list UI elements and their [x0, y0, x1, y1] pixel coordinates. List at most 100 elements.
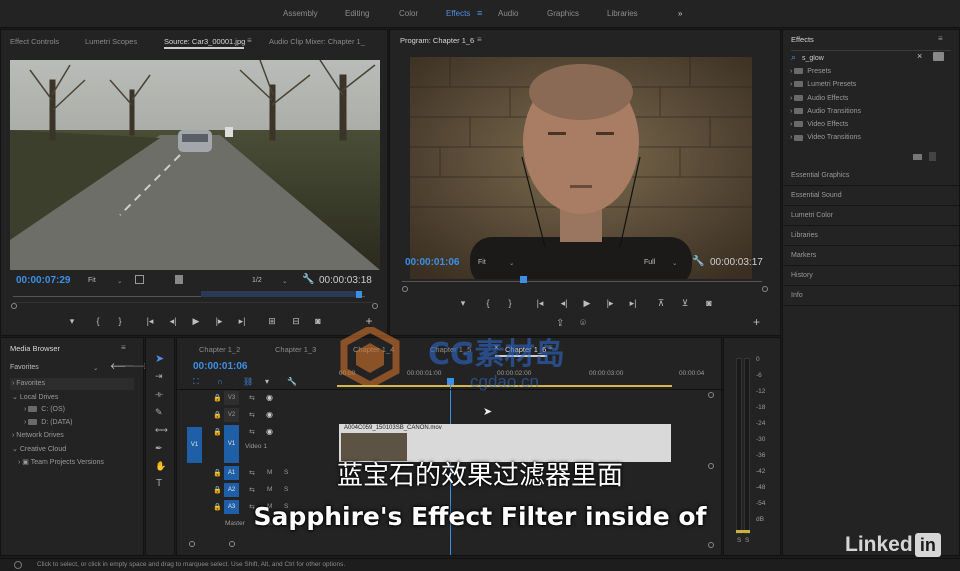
track-select-tool-icon[interactable]: ⇥	[155, 371, 163, 382]
workspace-effects[interactable]: Effects	[446, 9, 470, 18]
new-bin-icon[interactable]	[933, 52, 944, 61]
workspace-graphics[interactable]: Graphics	[547, 9, 579, 18]
solo-left-button[interactable]: S	[737, 537, 741, 544]
tree-item-favorites[interactable]: › Favorites	[12, 380, 104, 393]
wrench-icon[interactable]: 🔧	[287, 377, 297, 386]
track-v2[interactable]: V2	[224, 408, 239, 422]
step-forward-icon[interactable]: |▸	[603, 298, 617, 309]
panel-lumetri-color[interactable]: Lumetri Color	[783, 206, 959, 226]
tree-item-presets[interactable]: › Presets	[790, 68, 955, 81]
lock-icon[interactable]: 🔒	[213, 428, 222, 436]
timeline-timecode[interactable]: 00:00:01:06	[193, 361, 247, 372]
tab-lumetri-scopes[interactable]: Lumetri Scopes	[85, 37, 137, 46]
play-icon[interactable]: ▶	[580, 298, 594, 309]
media-browser-menu-icon[interactable]: ≡	[121, 343, 126, 352]
mark-out-icon[interactable]: }	[113, 316, 127, 326]
source-timecode-in[interactable]: 00:00:07:29	[16, 275, 70, 286]
effects-search-input[interactable]	[802, 53, 922, 64]
lock-icon[interactable]: 🔒	[213, 394, 222, 402]
zoom-handle-right[interactable]	[229, 541, 235, 547]
panel-markers[interactable]: Markers	[783, 246, 959, 266]
zoom-handle-right[interactable]	[372, 303, 378, 309]
program-title[interactable]: Program: Chapter 1_6	[400, 36, 474, 45]
zoom-handle-left[interactable]	[402, 286, 408, 292]
panel-history[interactable]: History	[783, 266, 959, 286]
workspace-libraries[interactable]: Libraries	[607, 9, 638, 18]
program-timecode-in[interactable]: 00:00:01:06	[405, 257, 459, 268]
tab-chapter-1-2[interactable]: Chapter 1_2	[199, 345, 240, 354]
add-marker-icon[interactable]: ▾	[456, 298, 470, 309]
program-playhead[interactable]	[520, 276, 527, 283]
panel-info[interactable]: Info	[783, 286, 959, 306]
insert-icon[interactable]: ⊞	[265, 316, 279, 327]
source-resolution-select[interactable]: 1/2	[252, 277, 262, 284]
razor-tool-icon[interactable]: ✎	[155, 407, 163, 418]
step-forward-icon[interactable]: |▸	[212, 316, 226, 327]
chevron-down-icon[interactable]: ⌄	[672, 259, 677, 267]
wrench-icon[interactable]: 🔧	[302, 274, 314, 285]
extract-icon[interactable]: ⊻	[678, 298, 692, 309]
add-button-icon[interactable]: +	[753, 315, 760, 329]
add-marker-icon[interactable]: ▾	[265, 377, 269, 386]
tree-item-video-transitions[interactable]: › Video Transitions	[790, 134, 955, 147]
tree-item-d-drive[interactable]: › D: (DATA)	[12, 419, 104, 432]
safe-margins-icon[interactable]	[175, 275, 183, 284]
workspace-assembly[interactable]: Assembly	[283, 9, 318, 18]
workspace-audio[interactable]: Audio	[498, 9, 518, 18]
effects-menu-icon[interactable]: ≡	[938, 34, 943, 43]
chevron-down-icon[interactable]: ⌄	[509, 259, 514, 267]
tab-audio-clip-mixer[interactable]: Audio Clip Mixer: Chapter 1_	[269, 37, 365, 46]
zoom-handle-left[interactable]	[11, 303, 17, 309]
lift-icon[interactable]: ⊼	[654, 298, 668, 309]
camera-icon[interactable]: ◙	[311, 316, 325, 326]
workspace-editing[interactable]: Editing	[345, 9, 369, 18]
program-time-ruler[interactable]	[402, 281, 762, 282]
eye-icon[interactable]: ◉	[266, 410, 273, 419]
tab-effect-controls[interactable]: Effect Controls	[10, 37, 59, 46]
go-to-out-icon[interactable]: ▸|	[626, 298, 640, 309]
source-playhead[interactable]	[356, 291, 362, 298]
source-in-out-range[interactable]	[201, 291, 361, 297]
chevron-down-icon[interactable]: ⌄	[117, 277, 122, 285]
tree-item-audio-transitions[interactable]: › Audio Transitions	[790, 108, 955, 121]
slip-tool-icon[interactable]: ⟷	[155, 425, 168, 436]
settings-box-icon[interactable]	[135, 275, 144, 284]
go-to-out-icon[interactable]: ▸|	[235, 316, 249, 327]
chevron-down-icon[interactable]: ⌄	[282, 277, 287, 285]
play-icon[interactable]: ▶	[189, 316, 203, 327]
lock-icon[interactable]: 🔒	[213, 411, 222, 419]
snap-icon[interactable]: ∩	[217, 377, 223, 386]
clear-search-icon[interactable]: ×	[917, 51, 922, 61]
add-marker-icon[interactable]: ▾	[65, 316, 79, 327]
chevron-down-icon[interactable]: ⌄	[93, 364, 98, 372]
panel-libraries[interactable]: Libraries	[783, 226, 959, 246]
overwrite-icon[interactable]: ⊟	[289, 316, 303, 327]
camera-icon[interactable]: ◙	[702, 298, 716, 308]
workspace-menu-icon[interactable]: ≡	[477, 8, 482, 18]
nest-icon[interactable]: ⛶	[193, 377, 199, 387]
sync-lock-icon[interactable]: ⇆	[249, 394, 255, 402]
eye-icon[interactable]: ◉	[266, 427, 273, 436]
program-fit-select[interactable]: Fit	[478, 259, 486, 266]
ripple-edit-tool-icon[interactable]: ⟛	[155, 389, 163, 400]
media-browser-title[interactable]: Media Browser	[10, 344, 60, 353]
tree-item-local-drives[interactable]: ⌄ Local Drives	[12, 393, 104, 406]
more-workspaces-icon[interactable]: »	[678, 9, 682, 18]
zoom-handle-right[interactable]	[762, 286, 768, 292]
linked-selection-icon[interactable]: ⛓	[243, 377, 253, 386]
wrench-icon[interactable]: 🔧	[692, 256, 704, 267]
step-back-icon[interactable]: ◂|	[166, 316, 180, 327]
solo-right-button[interactable]: S	[745, 537, 749, 544]
zoom-handle-left[interactable]	[189, 541, 195, 547]
tree-item-c-drive[interactable]: › C: (OS)	[12, 406, 104, 419]
panel-essential-graphics[interactable]: Essential Graphics	[783, 166, 959, 186]
tab-source[interactable]: Source: Car3_00001.jpg	[164, 37, 245, 46]
program-menu-icon[interactable]: ≡	[477, 35, 482, 44]
panel-essential-sound[interactable]: Essential Sound	[783, 186, 959, 206]
sync-lock-icon[interactable]: ⇆	[249, 411, 255, 419]
tree-item-lumetri-presets[interactable]: › Lumetri Presets	[790, 81, 955, 94]
source-fit-select[interactable]: Fit	[88, 277, 96, 284]
scroll-handle[interactable]	[708, 392, 714, 398]
sync-lock-icon[interactable]: ⇆	[249, 428, 255, 436]
trash-icon[interactable]	[929, 152, 936, 161]
